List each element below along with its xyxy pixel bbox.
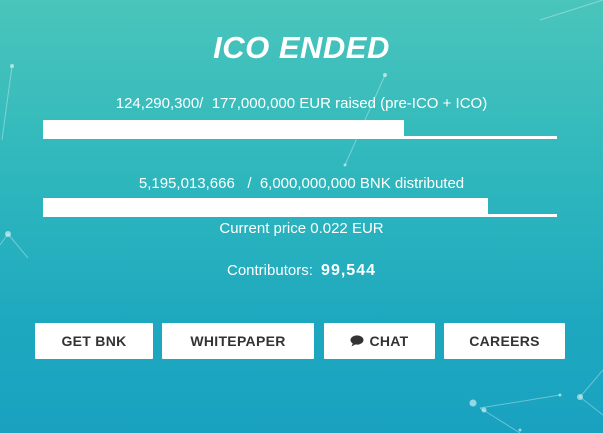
get-bnk-label: GET BNK: [61, 333, 127, 349]
raised-amount: 124,290,300/: [115, 95, 204, 112]
whitepaper-button[interactable]: WHITEPAPER: [162, 323, 314, 359]
get-bnk-button[interactable]: GET BNK: [35, 323, 153, 359]
current-price: Current price 0.022 EUR: [219, 220, 384, 237]
chat-button[interactable]: CHAT: [324, 323, 435, 359]
funds-raised-progress-bar: [43, 120, 557, 139]
progress-fill: [43, 120, 404, 139]
careers-label: CAREERS: [469, 333, 540, 349]
careers-button[interactable]: CAREERS: [444, 323, 565, 359]
speech-bubble-icon: [350, 335, 364, 347]
distributed-total: 6,000,000,000 BNK distributed: [259, 175, 465, 192]
action-buttons: GET BNK WHITEPAPER CHAT CAREERS: [0, 323, 603, 359]
raised-target: 177,000,000 EUR raised (pre-ICO + ICO): [211, 95, 488, 112]
contributors-count: 99,544: [321, 262, 376, 279]
contributors-line: Contributors: 99,544: [0, 262, 603, 280]
distributed-amount: 5,195,013,666: [138, 175, 235, 192]
distributed-separator: /: [247, 175, 252, 192]
chat-label: CHAT: [369, 333, 409, 349]
tokens-distributed-progress-bar: [43, 198, 557, 217]
funds-raised-line: 124,290,300/ 177,000,000 EUR raised (pre…: [0, 95, 603, 112]
contributors-label: Contributors:: [227, 262, 313, 279]
progress-fill: [43, 198, 489, 217]
whitepaper-label: WHITEPAPER: [190, 333, 286, 349]
ico-status-title: ICO ENDED: [213, 30, 390, 65]
tokens-distributed-line: 5,195,013,666 / 6,000,000,000 BNK distri…: [0, 175, 603, 192]
